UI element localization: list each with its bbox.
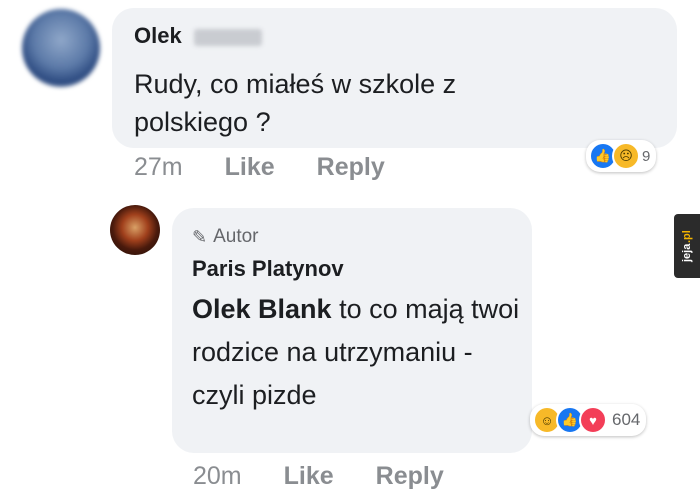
reaction-count: 604 [612,410,641,429]
comment-author-name[interactable]: Paris Platynov [192,256,344,282]
avatar[interactable] [22,9,100,87]
comment-text: Olek Blank to co mają twoi rodzice na ut… [192,288,522,417]
love-icon: ♥ [579,406,607,434]
like-button[interactable]: Like [225,153,275,182]
sad-icon: ☹ [612,142,640,170]
reply-bubble: ✎ Autor Paris Platynov Olek Blank to co … [172,208,532,453]
watermark-logo: jeja .pl [674,214,700,278]
author-badge: ✎ Autor [192,226,259,248]
like-button[interactable]: Like [284,462,334,491]
comment-actions: 20m Like Reply [193,462,444,491]
reply-button[interactable]: Reply [317,153,385,182]
blurred-surname [193,28,262,46]
comment-text: Rudy, co miałeś w szkole z polskiego ? [134,69,457,137]
mention-link[interactable]: Olek Blank [192,294,332,324]
comment-timestamp[interactable]: 20m [193,462,242,491]
reaction-count: 9 [642,147,651,165]
author-badge-label: Autor [213,226,259,247]
avatar[interactable] [110,205,160,255]
comment-author-name[interactable]: Olek [134,23,182,48]
watermark-domain: .pl [681,230,693,244]
comment-bubble: Olek Rudy, co miałeś w szkole z polskieg… [112,8,677,148]
comment-actions: 27m Like Reply [134,153,385,182]
reaction-summary[interactable]: ☺ 👍 ♥ 604 [530,404,647,436]
reply-button[interactable]: Reply [376,462,444,491]
watermark-text: jeja [681,243,693,262]
pencil-icon: ✎ [192,226,208,247]
comment-timestamp[interactable]: 27m [134,153,183,182]
reaction-summary[interactable]: 👍 ☹ 9 [586,140,657,172]
